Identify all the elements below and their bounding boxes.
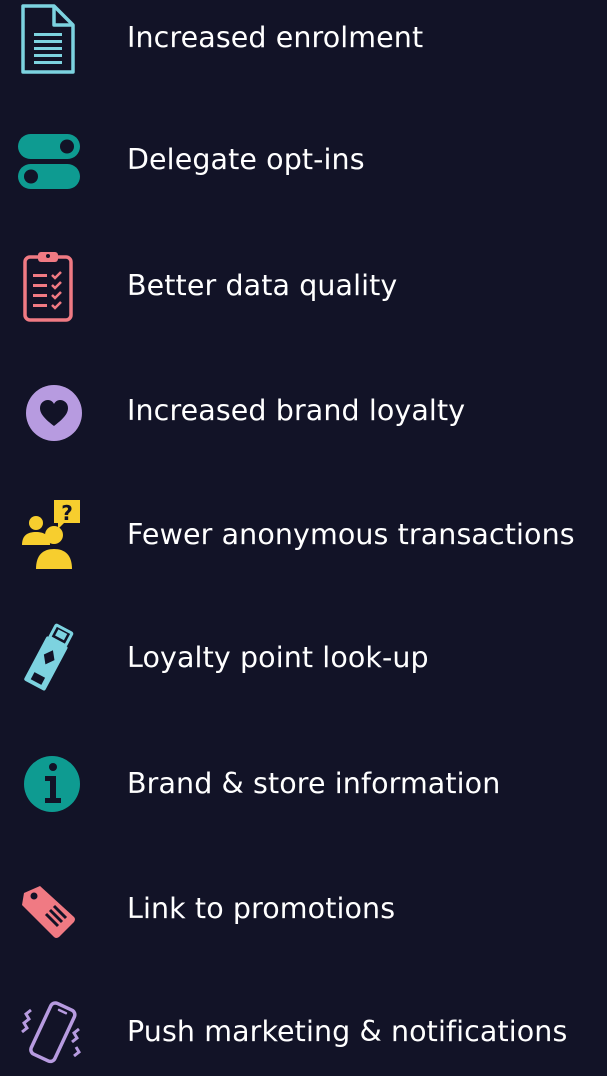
info-circle-icon: [12, 746, 84, 822]
benefit-item-increased-enrolment: Increased enrolment: [0, 0, 607, 76]
users-question-icon: ?: [12, 497, 84, 573]
benefit-label: Brand & store information: [127, 767, 501, 800]
benefit-item-loyalty-point-look-up: Loyalty point look-up: [0, 620, 607, 696]
loyalty-card-icon: [12, 620, 84, 696]
document-icon: [12, 0, 84, 76]
benefit-label: Increased enrolment: [127, 21, 424, 54]
benefit-item-increased-brand-loyalty: Increased brand loyalty: [0, 373, 607, 449]
benefit-list: Increased enrolment Delegate opt-ins Bet…: [0, 0, 607, 1076]
toggle-switches-icon: [12, 122, 84, 198]
benefit-item-fewer-anonymous-transactions: ? Fewer anonymous transactions: [0, 497, 607, 573]
benefit-item-delegate-opt-ins: Delegate opt-ins: [0, 122, 607, 198]
price-tag-icon: [12, 871, 84, 947]
benefit-label: Push marketing & notifications: [127, 1015, 568, 1048]
benefit-label: Link to promotions: [127, 892, 396, 925]
benefit-label: Delegate opt-ins: [127, 143, 365, 176]
svg-text:?: ?: [61, 501, 73, 525]
benefit-label: Better data quality: [127, 269, 398, 302]
benefit-item-push-marketing-notifications: Push marketing & notifications: [0, 994, 607, 1070]
vibrating-phone-icon: [12, 994, 84, 1070]
benefit-label: Fewer anonymous transactions: [127, 518, 575, 551]
benefit-item-better-data-quality: Better data quality: [0, 248, 607, 324]
heart-circle-icon: [12, 373, 84, 449]
benefit-label: Loyalty point look-up: [127, 641, 429, 674]
benefit-item-brand-store-information: Brand & store information: [0, 746, 607, 822]
benefit-item-link-to-promotions: Link to promotions: [0, 871, 607, 947]
benefit-label: Increased brand loyalty: [127, 394, 466, 427]
clipboard-checklist-icon: [12, 248, 84, 324]
